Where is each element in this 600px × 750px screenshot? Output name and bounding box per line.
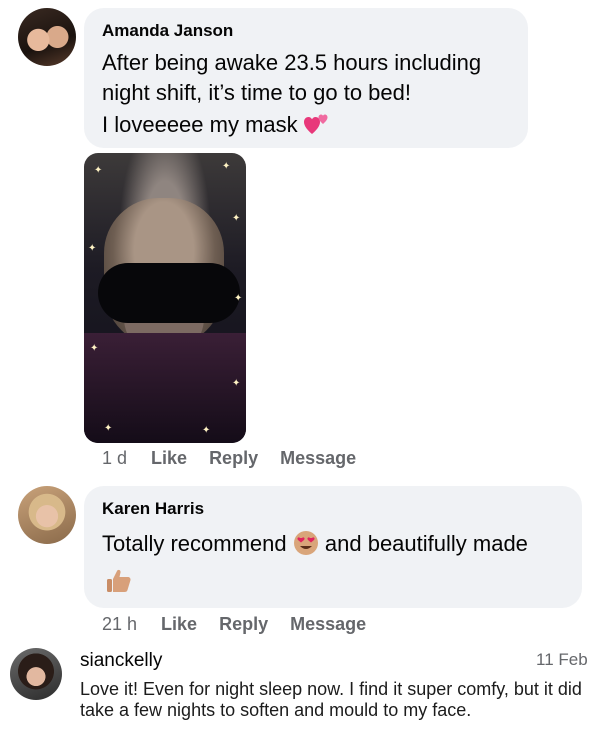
sparkle-icon: ✦ [234,293,243,304]
comment-bubble: Karen Harris Totally recommend and beaut… [84,486,582,608]
sparkle-icon: ✦ [104,423,113,434]
like-link[interactable]: Like [151,448,187,468]
attached-photo[interactable]: ✦ ✦ ✦ ✦ ✦ ✦ ✦ ✦ ✦ [84,153,246,443]
comment-author[interactable]: Amanda Janson [102,21,233,41]
sparkle-icon: ✦ [90,343,99,354]
comment-timestamp[interactable]: 1 d [102,448,127,468]
sparkle-icon: ✦ [222,161,231,172]
reply-link[interactable]: Reply [209,448,258,468]
avatar[interactable] [10,648,62,700]
thumbs-up-icon [107,569,131,592]
comment-text-line: Totally recommend and beautifully made [102,529,528,559]
comment-text-line: I loveeeee my mask [102,110,330,140]
sparkle-icon: ✦ [232,378,241,389]
comment-text: Love it! Even for night sleep now. I fin… [80,679,582,720]
comment-actions: 1 d Like Reply Message [102,448,356,469]
comment-text-line: night shift, it’s time to go to bed! [102,80,411,105]
comment-author[interactable]: Karen Harris [102,499,204,519]
message-link[interactable]: Message [280,448,356,468]
comment-text: and beautifully made [324,531,528,556]
sparkle-icon: ✦ [88,243,97,254]
heart-eyes-icon [293,531,318,555]
comment-actions: 21 h Like Reply Message [102,614,366,635]
comment-date: 11 Feb [536,650,588,669]
reply-link[interactable]: Reply [219,614,268,634]
like-link[interactable]: Like [161,614,197,634]
sparkle-icon: ✦ [232,213,241,224]
avatar[interactable] [18,486,76,544]
comment-bubble: Amanda Janson After being awake 23.5 hou… [84,8,528,148]
comment-text: Totally recommend [102,531,287,556]
sparkle-icon: ✦ [94,165,103,176]
two-hearts-icon [303,114,328,134]
sparkle-icon: ✦ [202,425,211,436]
comment-text-line: After being awake 23.5 hours including [102,50,482,75]
comment-timestamp[interactable]: 21 h [102,614,137,634]
photo-sleep-mask [98,263,240,323]
comment-text: I loveeeee my mask [102,112,298,137]
comment-username[interactable]: sianckelly [80,650,162,672]
avatar[interactable] [18,8,76,66]
message-link[interactable]: Message [290,614,366,634]
